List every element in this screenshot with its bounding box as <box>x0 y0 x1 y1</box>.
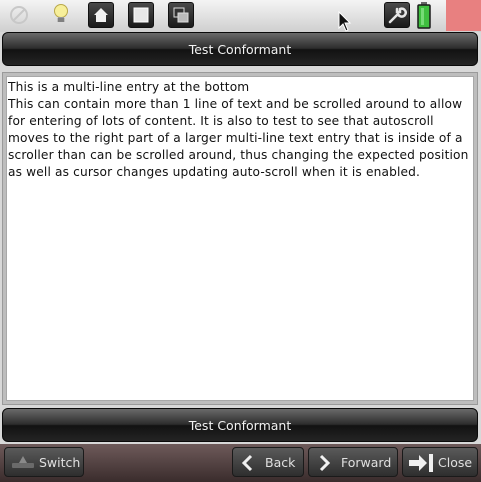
close-label: Close <box>438 454 473 470</box>
bottom-toolbar: Switch Back Forward Close <box>0 444 481 482</box>
battery-icon <box>416 2 432 29</box>
header-title: Test Conformant <box>188 41 292 57</box>
multi-line-entry[interactable]: This is a multi-line entry at the bottom… <box>6 76 474 401</box>
lightbulb-icon[interactable] <box>48 2 74 28</box>
top-toolbar <box>0 0 481 32</box>
square-icon[interactable] <box>128 2 154 28</box>
close-button[interactable]: Close <box>402 447 478 477</box>
mouse-cursor-icon <box>338 11 352 33</box>
window-icon[interactable] <box>168 2 194 28</box>
forward-button[interactable]: Forward <box>308 447 398 477</box>
close-window-area[interactable] <box>446 0 481 31</box>
chevron-right-icon <box>315 454 333 472</box>
footer-bar: Test Conformant <box>2 408 478 442</box>
no-entry-icon[interactable] <box>6 2 32 28</box>
back-label: Back <box>265 454 296 470</box>
entry-line: This is a multi-line entry at the bottom <box>8 80 250 94</box>
entry-line: This can contain more than 1 line of tex… <box>8 97 473 179</box>
scroller[interactable]: This is a multi-line entry at the bottom… <box>2 72 478 405</box>
header-bar: Test Conformant <box>2 32 478 66</box>
wrench-icon[interactable] <box>384 2 410 28</box>
chevron-left-icon <box>239 454 257 472</box>
exit-arrow-icon <box>407 453 435 473</box>
switch-icon <box>11 454 35 470</box>
footer-title: Test Conformant <box>188 417 292 433</box>
forward-label: Forward <box>341 454 392 470</box>
switch-label: Switch <box>39 454 81 470</box>
home-icon[interactable] <box>88 2 114 28</box>
back-button[interactable]: Back <box>232 447 304 477</box>
switch-button[interactable]: Switch <box>4 447 84 477</box>
